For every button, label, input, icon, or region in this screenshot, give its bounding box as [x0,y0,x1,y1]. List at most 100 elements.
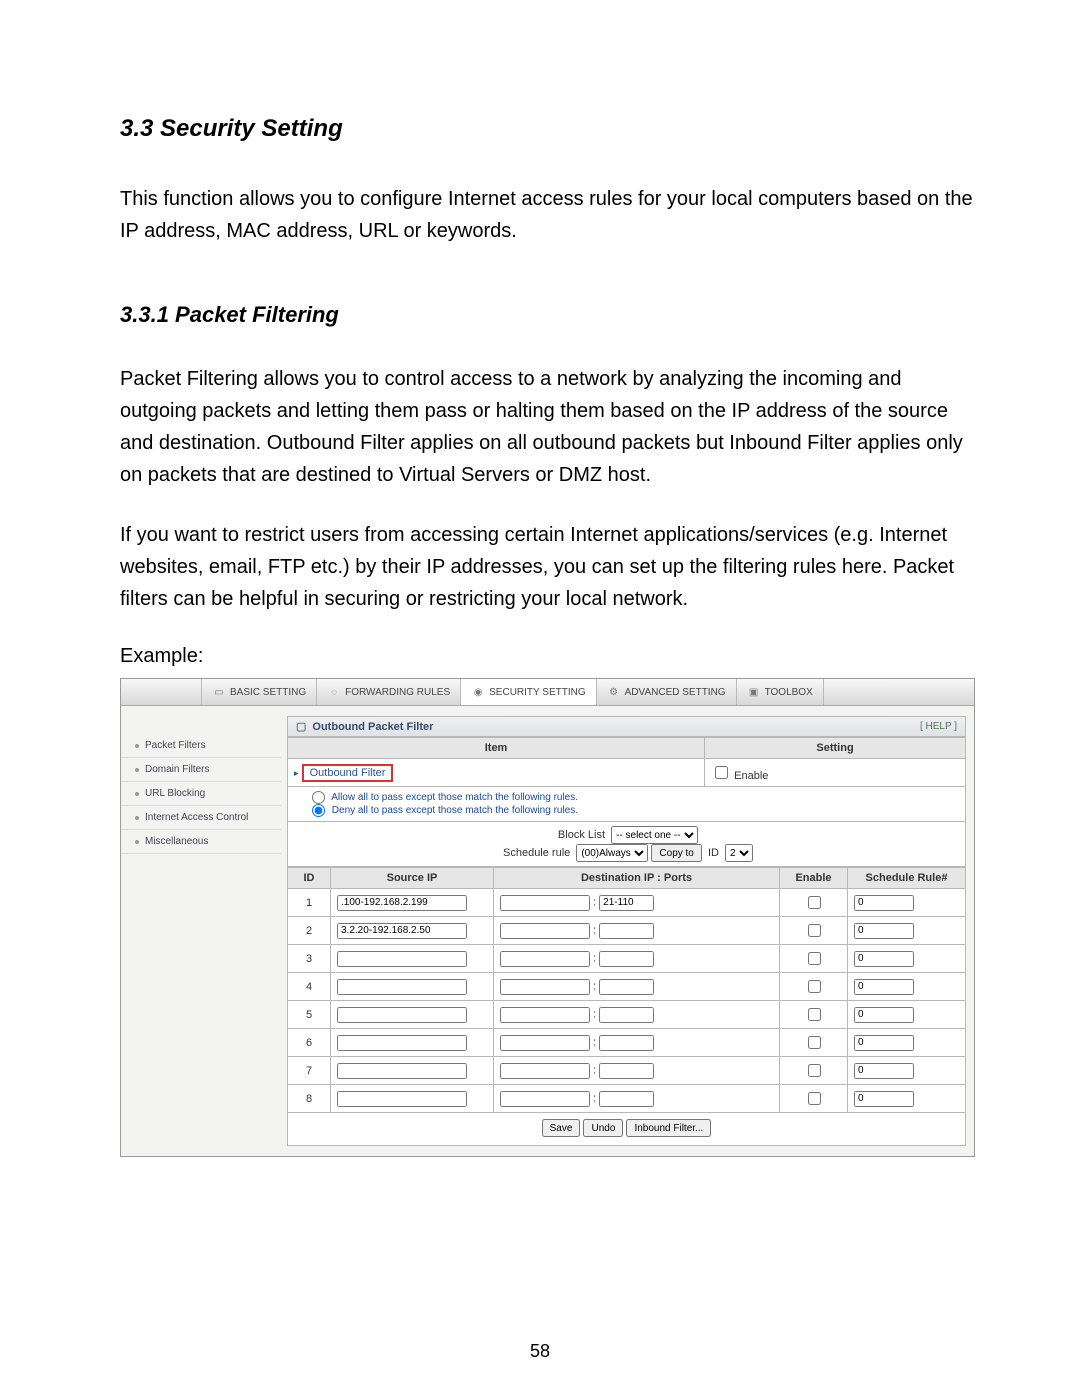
schedule-rule-input[interactable] [854,1007,914,1023]
router-screenshot: ▭ BASIC SETTING ◌ FORWARDING RULES ◉ SEC… [120,678,975,1157]
source-ip-input[interactable] [337,1035,467,1051]
top-tabbar: ▭ BASIC SETTING ◌ FORWARDING RULES ◉ SEC… [121,679,974,706]
row-enable-checkbox[interactable] [808,1064,821,1077]
sidebar: Packet Filters Domain Filters URL Blocki… [121,706,281,1156]
tab-forwarding-rules[interactable]: ◌ FORWARDING RULES [316,679,460,705]
sidebar-item-domain-filters[interactable]: Domain Filters [121,758,281,782]
sidebar-item-packet-filters[interactable]: Packet Filters [121,734,281,758]
dest-ip-input[interactable] [500,1063,590,1079]
dest-ip-input[interactable] [500,895,590,911]
row-id: 5 [288,1001,331,1029]
table-row: 8 : [288,1085,966,1113]
tab-label: BASIC SETTING [230,687,306,698]
copy-to-button[interactable]: Copy to [651,844,701,862]
schedule-rule-input[interactable] [854,1063,914,1079]
gear-icon: ⚙ [607,685,621,699]
arrow-right-icon: ▸ [294,768,299,778]
schedule-rule-input[interactable] [854,1091,914,1107]
col-item: Item [288,738,705,759]
schedule-rule-input[interactable] [854,951,914,967]
row-enable-checkbox[interactable] [808,1008,821,1021]
row-enable-checkbox[interactable] [808,952,821,965]
help-link[interactable]: [ HELP ] [920,721,957,732]
sidebar-item-label: Domain Filters [145,764,209,775]
schedule-rule-input[interactable] [854,1035,914,1051]
tab-basic-setting[interactable]: ▭ BASIC SETTING [201,679,316,705]
table-row: 3 : [288,945,966,973]
square-icon: ▢ [296,720,306,733]
toolbox-icon: ▣ [747,685,761,699]
tab-security-setting[interactable]: ◉ SECURITY SETTING [460,679,596,705]
dest-port-input[interactable] [599,895,654,911]
row-enable-checkbox[interactable] [808,924,821,937]
panel-titlebar: ▢ Outbound Packet Filter [ HELP ] [287,716,966,737]
row-enable-checkbox[interactable] [808,1036,821,1049]
globe-icon: ◌ [327,685,341,699]
source-ip-input[interactable] [337,979,467,995]
dest-port-input[interactable] [599,1035,654,1051]
enable-checkbox[interactable] [715,766,728,779]
tab-label: SECURITY SETTING [489,687,586,698]
allow-rule-text: Allow all to pass except those match the… [331,792,578,803]
source-ip-input[interactable] [337,923,467,939]
source-ip-input[interactable] [337,1063,467,1079]
col-source-ip: Source IP [331,868,494,889]
col-destination: Destination IP : Ports [494,868,780,889]
dest-port-input[interactable] [599,923,654,939]
dest-port-input[interactable] [599,1007,654,1023]
config-table: Item Setting ▸ Outbound Filter Enable [287,737,966,867]
footer-buttons: Save Undo Inbound Filter... [287,1113,966,1146]
dest-port-input[interactable] [599,1091,654,1107]
sidebar-item-internet-access-control[interactable]: Internet Access Control [121,806,281,830]
blocklist-select[interactable]: -- select one -- [611,826,698,844]
row-enable-checkbox[interactable] [808,980,821,993]
panel-title-text: Outbound Packet Filter [312,721,433,733]
schedule-rule-select[interactable]: (00)Always [576,844,648,862]
blocklist-label: Block List [558,829,605,841]
table-row: 6 : [288,1029,966,1057]
id-select[interactable]: 2 [725,844,753,862]
col-id: ID [288,868,331,889]
dest-ip-input[interactable] [500,951,590,967]
save-button[interactable]: Save [542,1119,581,1137]
tab-label: TOOLBOX [765,687,813,698]
sidebar-item-label: Packet Filters [145,740,206,751]
dest-ip-input[interactable] [500,1007,590,1023]
allow-radio[interactable] [312,791,325,804]
sidebar-item-url-blocking[interactable]: URL Blocking [121,782,281,806]
rules-table: ID Source IP Destination IP : Ports Enab… [287,867,966,1113]
bullet-icon [135,768,139,772]
undo-button[interactable]: Undo [583,1119,623,1137]
row-enable-checkbox[interactable] [808,1092,821,1105]
deny-radio[interactable] [312,804,325,817]
bullet-icon [135,816,139,820]
source-ip-input[interactable] [337,951,467,967]
dest-port-input[interactable] [599,979,654,995]
row-enable-checkbox[interactable] [808,896,821,909]
row-id: 2 [288,917,331,945]
tab-toolbox[interactable]: ▣ TOOLBOX [736,679,824,705]
tab-advanced-setting[interactable]: ⚙ ADVANCED SETTING [596,679,736,705]
dest-ip-input[interactable] [500,923,590,939]
source-ip-input[interactable] [337,1007,467,1023]
row-id: 3 [288,945,331,973]
dest-ip-input[interactable] [500,1091,590,1107]
dest-port-input[interactable] [599,1063,654,1079]
sidebar-item-label: Internet Access Control [145,812,248,823]
schedule-rule-input[interactable] [854,979,914,995]
dest-ip-input[interactable] [500,1035,590,1051]
dest-ip-input[interactable] [500,979,590,995]
main-panel: ▢ Outbound Packet Filter [ HELP ] Item S… [281,706,974,1156]
source-ip-input[interactable] [337,895,467,911]
inbound-filter-button[interactable]: Inbound Filter... [626,1119,711,1137]
sidebar-item-miscellaneous[interactable]: Miscellaneous [121,830,281,854]
subsection-heading: 3.3.1 Packet Filtering [120,302,975,328]
row-id: 6 [288,1029,331,1057]
dest-port-input[interactable] [599,951,654,967]
body-paragraph-2: If you want to restrict users from acces… [120,519,975,615]
schedule-rule-input[interactable] [854,923,914,939]
bullet-icon [135,744,139,748]
source-ip-input[interactable] [337,1091,467,1107]
sidebar-item-label: URL Blocking [145,788,205,799]
schedule-rule-input[interactable] [854,895,914,911]
